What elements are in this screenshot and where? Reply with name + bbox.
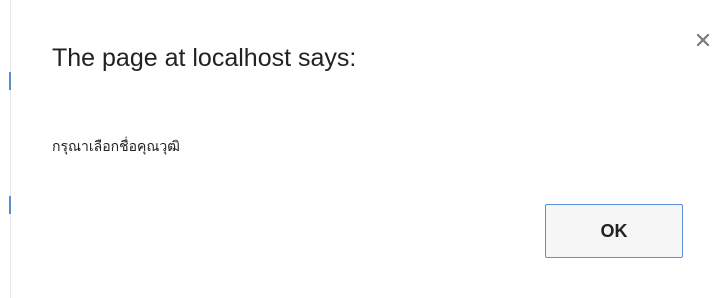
dialog-message: กรุณาเลือกชื่อคุณวุฒิ <box>52 139 180 155</box>
close-icon <box>696 33 710 47</box>
page: The page at localhost says: กรุณาเลือกชื… <box>0 0 720 298</box>
ok-button[interactable]: OK <box>545 204 683 258</box>
alert-dialog: The page at localhost says: กรุณาเลือกชื… <box>11 0 720 298</box>
background-window-edge <box>0 0 11 298</box>
dialog-title: The page at localhost says: <box>52 44 357 72</box>
close-button[interactable] <box>693 30 713 50</box>
